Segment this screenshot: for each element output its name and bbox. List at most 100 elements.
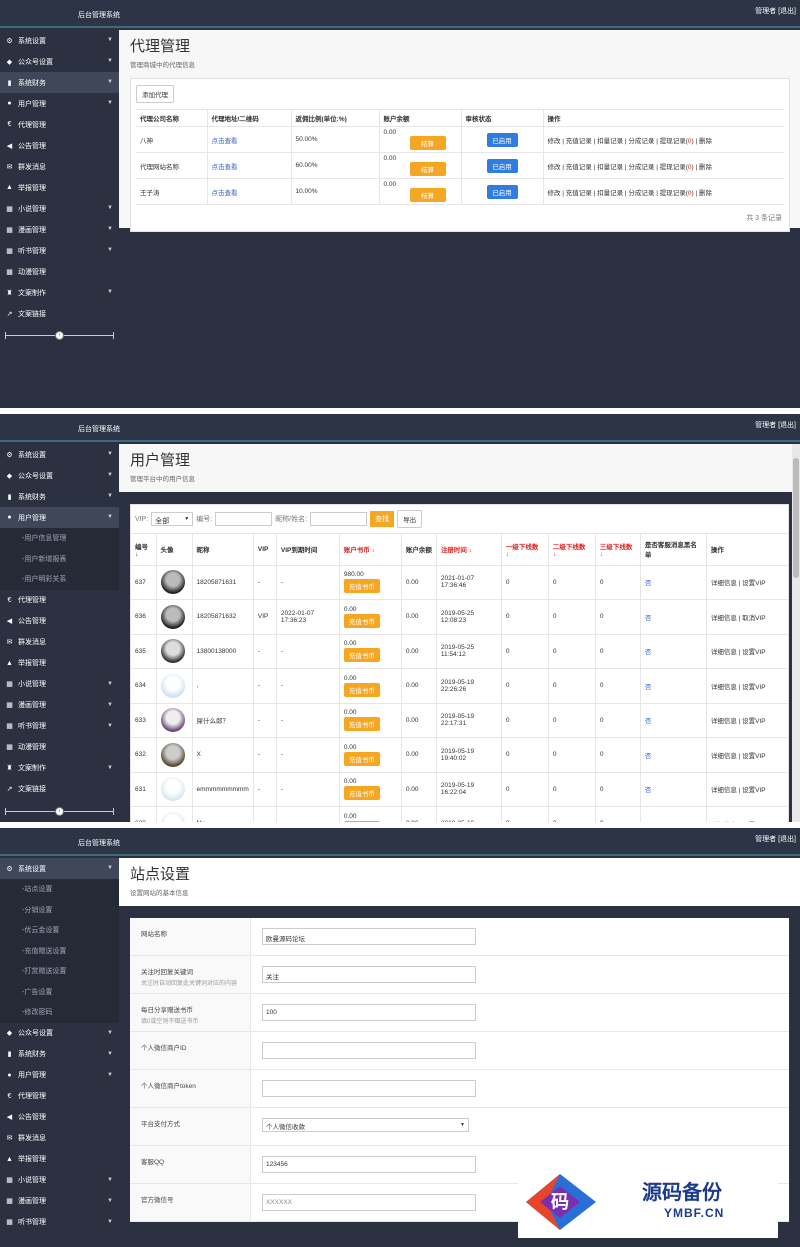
sidebar-subitem[interactable]: -分销设置 [0, 899, 119, 920]
logout-link[interactable]: 退出 [780, 836, 794, 843]
sidebar-item-mass[interactable]: ✉ 群发消息 [0, 1128, 119, 1149]
sidebar-item-mass[interactable]: ✉ 群发消息 [0, 156, 119, 177]
sidebar-item-agent[interactable]: € 代理管理 [0, 114, 119, 135]
sidebar-item-system[interactable]: ⚙ 系统设置 ▼ [0, 858, 119, 879]
logout-link[interactable]: 退出 [780, 422, 794, 429]
sidebar-subitem[interactable]: -用户新增报表 [0, 548, 119, 569]
row-actions[interactable]: 详细信息 | 设置VIP [706, 737, 788, 773]
settle-button[interactable]: 结算 [409, 162, 446, 176]
sidebar-subitem[interactable]: -优云金设置 [0, 920, 119, 941]
sidebar-item-comic[interactable]: ▦ 漫画管理 ▼ [0, 1191, 119, 1212]
sidebar-subitem[interactable]: -充值赠送设置 [0, 940, 119, 961]
sidebar-item-users[interactable]: ● 用户管理 ▼ [0, 93, 119, 114]
slider-knob[interactable]: ‹ [55, 331, 64, 340]
service-qq-input[interactable]: 123456 [262, 1156, 476, 1173]
recharge-button[interactable]: 充值书币 [343, 613, 380, 628]
sidebar-subitem[interactable]: -广告设置 [0, 981, 119, 1002]
vip-select[interactable]: 全部 ▼ [151, 512, 194, 526]
sidebar-item-report[interactable]: ▲ 举报管理 [0, 1149, 119, 1170]
sidebar-item-notice[interactable]: ◀ 公告管理 [0, 1107, 119, 1128]
sidebar-item-agent[interactable]: € 代理管理 [0, 1086, 119, 1107]
sidebar-slider[interactable]: ‹ [0, 800, 119, 823]
sidebar-item-audio[interactable]: ▦ 听书管理 ▼ [0, 240, 119, 261]
row-actions[interactable]: 详细信息 | 设置VIP [706, 772, 788, 807]
slider-knob[interactable]: ‹ [55, 806, 64, 816]
sidebar-item-finance[interactable]: ▮ 系统财务 ▼ [0, 1044, 119, 1065]
sidebar-item-report[interactable]: ▲ 举报管理 [0, 177, 119, 198]
sidebar-item-copy[interactable]: ♜ 文案制作 ▼ [0, 282, 119, 303]
actions-text[interactable]: 修改 | 充值记录 | 扣量记录 | 分成记录 | 提现记录( [548, 164, 688, 171]
scrollbar-thumb[interactable] [793, 458, 799, 578]
blacklist-toggle[interactable]: 否 [645, 684, 652, 691]
scrollbar[interactable] [792, 444, 800, 822]
add-agent-button[interactable]: 添加代理 [136, 85, 174, 103]
actions-text[interactable]: ) | 删除 [692, 138, 712, 145]
sidebar-item-audio[interactable]: ▦ 听书管理 ▼ [0, 716, 119, 737]
settle-button[interactable]: 结算 [409, 136, 446, 150]
recharge-button[interactable]: 充值书币 [343, 751, 380, 766]
sidebar-item-mass[interactable]: ✉ 群发消息 [0, 632, 119, 653]
sidebar-item-system[interactable]: ⚙ 系统设置 ▼ [0, 444, 119, 465]
row-actions[interactable]: 详细信息 | 设置VIP [706, 565, 788, 600]
sidebar-item-wechat[interactable]: ◆ 公众号设置 ▼ [0, 1023, 119, 1044]
row-actions[interactable]: 详细信息 | 设置VIP [706, 806, 788, 822]
row-actions[interactable]: 详细信息 | 设置VIP [706, 668, 788, 704]
sidebar-subitem[interactable]: -修改密码 [0, 1002, 119, 1023]
status-badge[interactable]: 已启用 [486, 184, 518, 199]
sidebar-item-report[interactable]: ▲ 举报管理 [0, 653, 119, 674]
wechat-id-input[interactable]: XXXXXX [262, 1194, 476, 1211]
sidebar-item-users[interactable]: ● 用户管理 ▼ [0, 507, 119, 528]
view-qr-link[interactable]: 点击查看 [212, 190, 238, 197]
sidebar-item-copy[interactable]: ♜ 文案制作 ▼ [0, 758, 119, 779]
sidebar-subitem[interactable]: -用户信息管理 [0, 528, 119, 549]
export-button[interactable]: 导出 [397, 510, 423, 528]
row-actions[interactable]: 修改 | 充值记录 | 扣量记录 | 分成记录 | 提现记录(0) | 删除 [543, 126, 784, 153]
payment-method-select[interactable]: 个人微信收款 ▼ [262, 1118, 469, 1132]
sidebar-item-notice[interactable]: ◀ 公告管理 [0, 611, 119, 632]
recharge-button[interactable]: 充值书币 [343, 579, 380, 594]
sidebar-subitem[interactable]: -用户明彩关系 [0, 569, 119, 590]
blacklist-toggle[interactable]: 否 [645, 615, 652, 622]
sidebar-slider[interactable]: ‹ [0, 324, 119, 348]
sidebar-item-anim[interactable]: ▦ 动漫管理 [0, 737, 119, 758]
actions-text[interactable]: ) | 删除 [692, 190, 712, 197]
sidebar-item-wechat[interactable]: ◆ 公众号设置 ▼ [0, 51, 119, 72]
actions-text[interactable]: 修改 | 充值记录 | 扣量记录 | 分成记录 | 提现记录( [548, 190, 688, 197]
sidebar-item-comic[interactable]: ▦ 漫画管理 ▼ [0, 219, 119, 240]
daily-share-coins-input[interactable]: 100 [262, 1004, 476, 1021]
id-input[interactable] [215, 512, 273, 526]
sidebar-item-novel[interactable]: ▦ 小说管理 ▼ [0, 674, 119, 695]
status-badge[interactable]: 已启用 [486, 158, 518, 173]
nick-input[interactable] [310, 512, 368, 526]
status-badge[interactable]: 已启用 [486, 132, 518, 147]
recharge-button[interactable]: 充值书币 [343, 786, 380, 801]
sidebar-item-finance[interactable]: ▮ 系统财务 ▼ [0, 72, 119, 93]
actions-text[interactable]: 修改 | 充值记录 | 扣量记录 | 分成记录 | 提现记录( [548, 138, 688, 145]
sidebar-item-wechat[interactable]: ◆ 公众号设置 ▼ [0, 465, 119, 486]
sidebar-item-notice[interactable]: ◀ 公告管理 [0, 135, 119, 156]
row-actions[interactable]: 详细信息 | 设置VIP [706, 634, 788, 669]
actions-text[interactable]: ) | 删除 [692, 164, 712, 171]
blacklist-toggle[interactable]: 否 [645, 649, 652, 656]
sidebar-subitem[interactable]: -站点设置 [0, 879, 119, 900]
blacklist-toggle[interactable]: 否 [645, 580, 652, 587]
column-header[interactable]: 二级下线数 ↓ [548, 534, 596, 566]
sidebar-item-links[interactable]: ↗ 文案链接 [0, 303, 119, 324]
sidebar-item-comic[interactable]: ▦ 漫画管理 ▼ [0, 695, 119, 716]
site-name-input[interactable]: 欧曼源码论坛 [262, 928, 476, 945]
recharge-button[interactable]: 充值书币 [343, 717, 380, 732]
search-button[interactable]: 查找 [370, 511, 395, 527]
follow-keyword-input[interactable]: 关注 [262, 966, 476, 983]
sidebar-item-novel[interactable]: ▦ 小说管理 ▼ [0, 198, 119, 219]
sidebar-item-agent[interactable]: € 代理管理 [0, 590, 119, 611]
sidebar-item-system[interactable]: ⚙ 系统设置 ▼ [0, 30, 119, 51]
sidebar-item-audio[interactable]: ▦ 听书管理 ▼ [0, 1212, 119, 1233]
column-header[interactable]: 注册时间 ↓ [436, 534, 502, 566]
settle-button[interactable]: 结算 [409, 188, 446, 202]
blacklist-toggle[interactable]: 否 [645, 753, 652, 760]
column-header[interactable]: 一级下线数 ↓ [501, 534, 549, 566]
column-header[interactable]: 三级下线数 ↓ [595, 534, 641, 566]
column-header[interactable]: 编号 ↓ [131, 534, 157, 566]
sidebar-item-finance[interactable]: ▮ 系统财务 ▼ [0, 486, 119, 507]
merchant-id-input[interactable] [262, 1042, 476, 1059]
